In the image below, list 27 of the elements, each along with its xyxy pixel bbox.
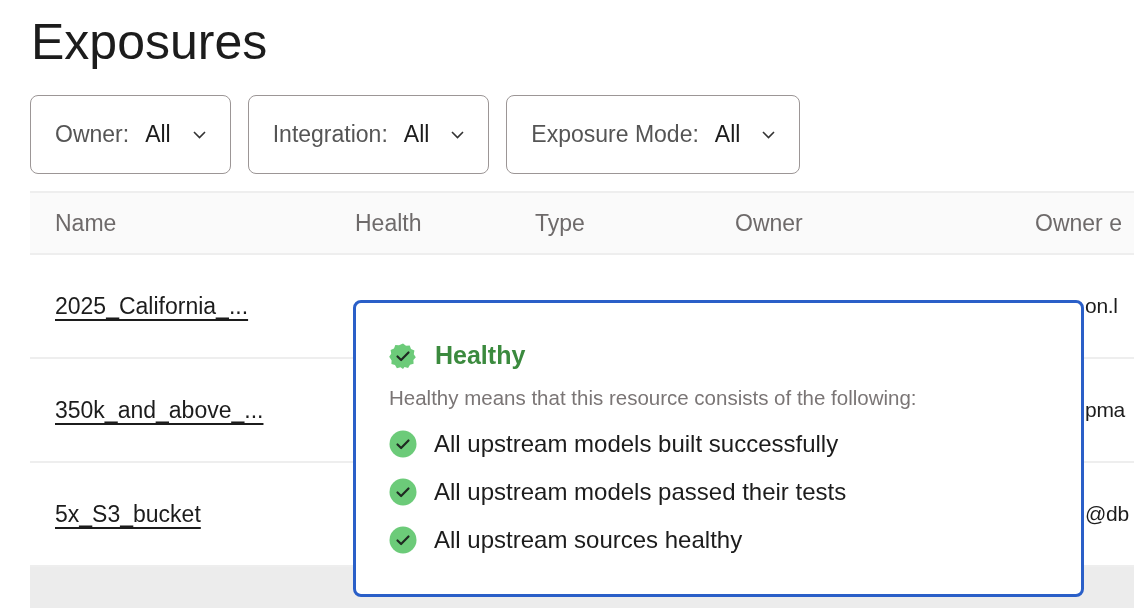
column-header[interactable]: Owner e (1035, 209, 1134, 237)
chevron-down-icon (192, 130, 206, 139)
exposure-link[interactable]: 2025_California_... (55, 292, 249, 320)
table-cell-text: pma (1084, 398, 1126, 422)
popover-description: Healthy means that this resource consists of the following: (389, 386, 918, 410)
criteria-item: All upstream models passed their tests (434, 478, 847, 506)
exposure-link[interactable]: 5x_S3_bucket (55, 500, 201, 528)
table-cell-text: on.l (1084, 294, 1119, 318)
check-circle-icon (389, 526, 417, 554)
status-title: Healthy (435, 341, 526, 370)
column-header[interactable]: Type (535, 209, 735, 237)
filter-dropdown[interactable]: Integration: All (247, 95, 490, 174)
chevron-down-icon (762, 130, 776, 139)
column-header[interactable]: Name (55, 209, 355, 237)
criteria-item: All upstream models built successfully (434, 430, 839, 458)
exposure-link[interactable]: 350k_and_above_... (55, 396, 264, 424)
chevron-down-icon (451, 130, 465, 139)
criteria-item: All upstream sources healthy (434, 526, 743, 554)
table-cell-text: @db (1084, 502, 1130, 526)
healthy-badge-icon (389, 341, 417, 370)
check-circle-icon (389, 478, 417, 506)
check-circle-icon (389, 430, 417, 458)
filter-dropdown[interactable]: Owner: All (30, 95, 231, 174)
filter-dropdown[interactable]: Exposure Mode: All (506, 95, 801, 174)
page-title: Exposures (30, 13, 269, 72)
column-header[interactable]: Owner (735, 209, 1035, 237)
column-header[interactable]: Health (355, 209, 535, 237)
